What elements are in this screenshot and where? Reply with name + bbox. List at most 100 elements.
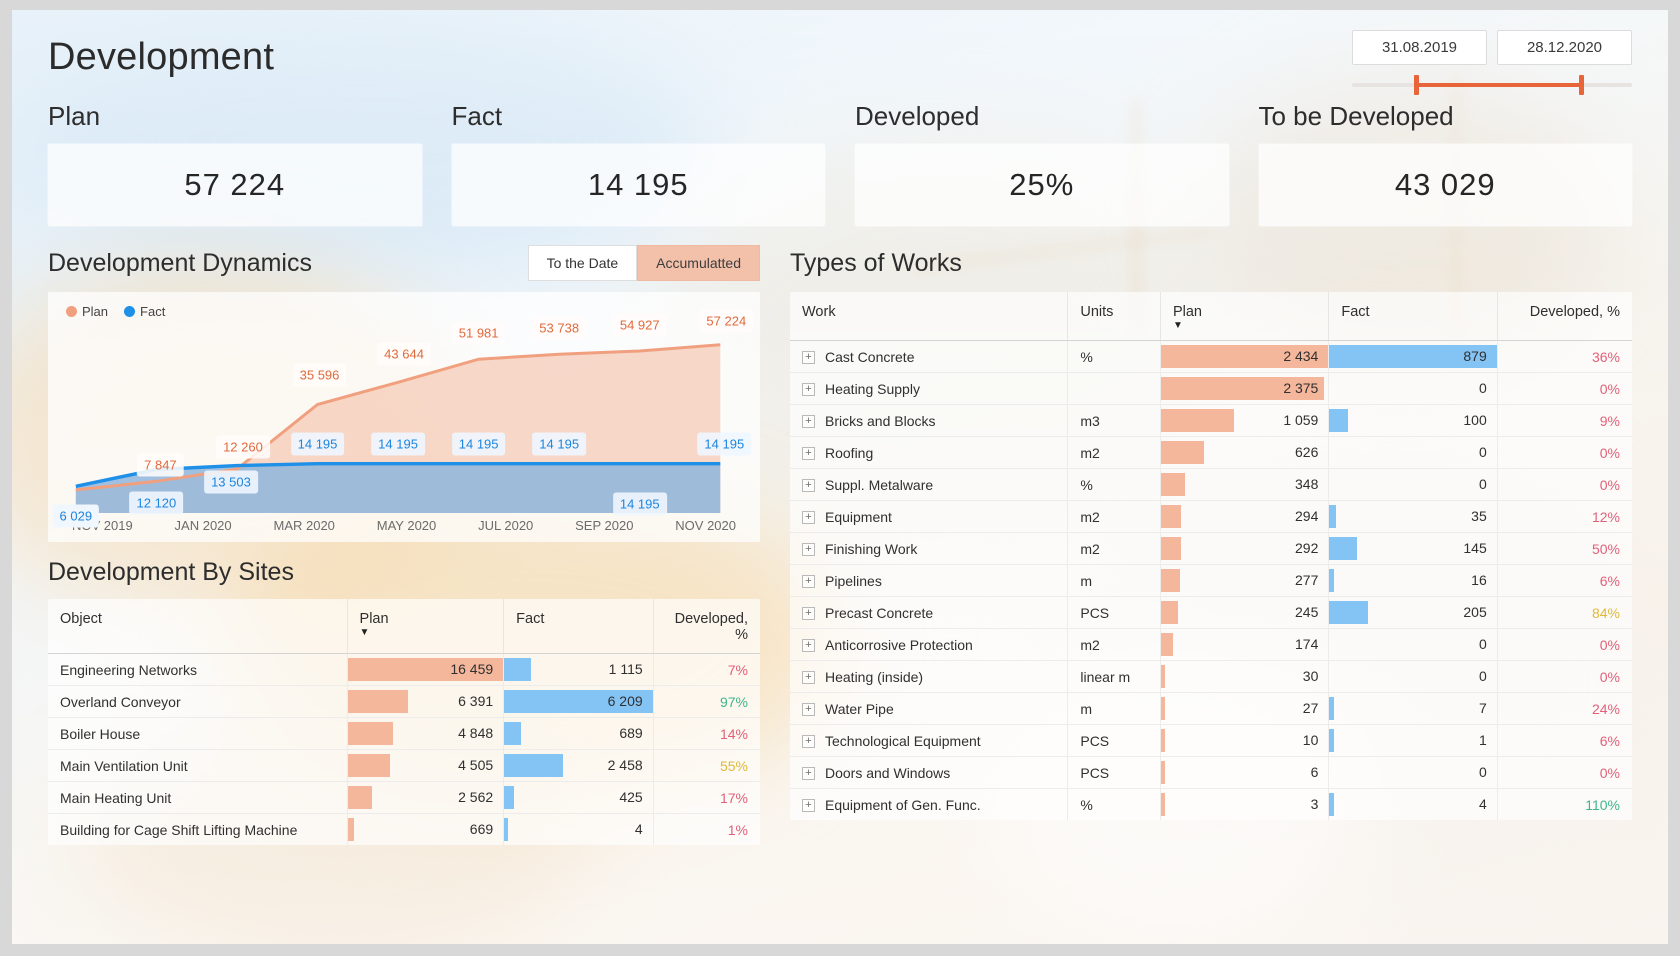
expand-row-icon[interactable]: +	[802, 543, 815, 557]
expand-row-icon[interactable]: +	[802, 447, 815, 461]
cell-fact: 100	[1328, 404, 1498, 437]
cell-plan: 2 434	[1160, 340, 1330, 373]
table-row[interactable]: Overland Conveyor 6 391 6 209 97%	[48, 685, 760, 718]
toggle-accumulated[interactable]: Accumulatted	[637, 245, 760, 281]
cell-plan: 277	[1160, 564, 1330, 597]
cell-work: + Heating Supply	[790, 372, 1069, 405]
column-header-developed[interactable]: Developed, %	[1497, 292, 1632, 341]
cell-units: %	[1067, 340, 1161, 373]
plan-value: 245	[1295, 604, 1319, 620]
legend-item-plan[interactable]: Plan	[66, 304, 108, 319]
expand-row-icon[interactable]: +	[802, 767, 815, 781]
table-row[interactable]: Building for Cage Shift Lifting Machine 6…	[48, 813, 760, 845]
expand-row-icon[interactable]: +	[802, 639, 815, 653]
expand-row-icon[interactable]: +	[802, 703, 815, 717]
table-row[interactable]: + Equipment m2 294 35 12%	[790, 500, 1632, 533]
table-row[interactable]: + Doors and Windows PCS 6 0 0%	[790, 756, 1632, 789]
table-row[interactable]: Main Ventilation Unit 4 505 2 458 55%	[48, 749, 760, 782]
table-row[interactable]: + Precast Concrete PCS 245 205 84%	[790, 596, 1632, 629]
fact-value: 0	[1478, 476, 1487, 492]
date-start-input[interactable]: 31.08.2019	[1352, 30, 1487, 65]
column-header-work[interactable]: Work	[790, 292, 1069, 341]
table-row[interactable]: + Bricks and Blocks m3 1 059 100 9%	[790, 404, 1632, 437]
plan-value: 1 059	[1283, 412, 1319, 428]
column-header-plan[interactable]: Plan ▼	[1160, 292, 1330, 341]
work-name: Roofing	[825, 444, 874, 461]
cell-fact: 7	[1328, 692, 1498, 725]
table-row[interactable]: + Technological Equipment PCS 10 1 6%	[790, 724, 1632, 757]
cell-plan: 2 562	[347, 781, 505, 814]
column-header-label: Developed, %	[1529, 304, 1620, 320]
cell-fact: 16	[1328, 564, 1498, 597]
chart-label-plan-2: 12 260	[216, 435, 270, 459]
table-row[interactable]: + Roofing m2 626 0 0%	[790, 436, 1632, 469]
expand-row-icon[interactable]: +	[802, 671, 815, 685]
expand-row-icon[interactable]: +	[802, 575, 815, 589]
table-row[interactable]: + Finishing Work m2 292 145 50%	[790, 532, 1632, 565]
table-row[interactable]: + Heating (inside) linear m 30 0 0%	[790, 660, 1632, 693]
screenshot-stage: 31.08.2019 28.12.2020 Development Plan 57…	[0, 0, 1680, 956]
chart-plot-area: 4 7367 84712 26035 59643 64451 98153 738…	[52, 309, 754, 528]
kpi-card-plan: Plan 57 224	[48, 101, 422, 226]
date-range-filter[interactable]: 31.08.2019 28.12.2020	[1352, 30, 1632, 95]
column-header-developed[interactable]: Developed, %	[653, 599, 760, 654]
date-range-handle-end[interactable]	[1579, 75, 1585, 95]
cell-work: + Bricks and Blocks	[790, 404, 1069, 437]
cell-plan: 6 391	[347, 685, 505, 718]
column-header-units[interactable]: Units	[1067, 292, 1161, 341]
chart-label-fact-3: 14 195	[290, 432, 345, 456]
legend-item-fact[interactable]: Fact	[124, 304, 165, 319]
table-row[interactable]: + Cast Concrete% 2 434 879 36%	[790, 340, 1632, 373]
cell-developed-percent: 12%	[1497, 500, 1632, 533]
table-row[interactable]: Boiler House 4 848 689 14%	[48, 717, 760, 750]
cell-units: m2	[1067, 628, 1161, 661]
table-row[interactable]: Main Heating Unit 2 562 425 17%	[48, 781, 760, 814]
cell-work: + Anticorrosive Protection	[790, 628, 1069, 661]
dynamics-mode-toggle[interactable]: To the Date Accumulatted	[527, 245, 760, 281]
plan-value: 294	[1295, 508, 1319, 524]
date-range-slider-track[interactable]	[1352, 75, 1632, 95]
plan-value: 2 562	[458, 789, 494, 805]
cell-fact: 425	[503, 781, 654, 814]
cell-developed-percent: 9%	[1497, 404, 1632, 437]
works-title: Types of Works	[790, 248, 962, 277]
table-row[interactable]: + Water Pipe m 27 7 24%	[790, 692, 1632, 725]
expand-row-icon[interactable]: +	[802, 511, 815, 525]
kpi-card-fact: Fact 14 195	[451, 101, 825, 226]
column-header-object[interactable]: Object	[48, 599, 348, 654]
expand-row-icon[interactable]: +	[802, 735, 815, 749]
fact-value: 4	[634, 821, 643, 837]
cell-fact: 0	[1328, 468, 1498, 501]
cell-fact: 0	[1328, 756, 1498, 789]
column-header-plan[interactable]: Plan ▼	[347, 599, 505, 654]
expand-row-icon[interactable]: +	[802, 479, 815, 493]
table-row[interactable]: Engineering Networks 16 459 1 115 7%	[48, 653, 760, 686]
cell-plan: 294	[1160, 500, 1330, 533]
dashboard-canvas: 31.08.2019 28.12.2020 Development Plan 57…	[12, 10, 1668, 944]
chart-label-fact-0: 6 029	[52, 504, 100, 528]
expand-row-icon[interactable]: +	[802, 607, 815, 621]
expand-row-icon[interactable]: +	[802, 799, 815, 813]
cell-units: %	[1067, 468, 1161, 501]
works-table-body: + Cast Concrete% 2 434 879 36% + Heating Suppl…	[790, 340, 1632, 820]
chart-label-plan-8: 57 224	[699, 309, 754, 333]
date-range-slider-fill	[1413, 83, 1585, 87]
fact-value: 1 115	[608, 661, 643, 677]
toggle-to-the-date[interactable]: To the Date	[527, 245, 638, 281]
column-header-fact[interactable]: Fact	[1328, 292, 1498, 341]
cell-work: + Technological Equipment	[790, 724, 1069, 757]
date-range-handle-start[interactable]	[1413, 75, 1419, 95]
expand-row-icon[interactable]: +	[802, 351, 815, 365]
table-row[interactable]: + Anticorrosive Protection m2 174 0 0%	[790, 628, 1632, 661]
table-row[interactable]: + Pipelines m 277 16 6%	[790, 564, 1632, 597]
table-row[interactable]: + Heating Supply 2 375 0 0%	[790, 372, 1632, 405]
expand-row-icon[interactable]: +	[802, 383, 815, 397]
date-end-input[interactable]: 28.12.2020	[1497, 30, 1632, 65]
kpi-value: 57 224	[184, 167, 286, 202]
table-row[interactable]: + Equipment of Gen. Func.% 3 4 110%	[790, 788, 1632, 820]
chart-label-plan-6: 53 738	[532, 316, 587, 340]
column-header-fact[interactable]: Fact	[503, 599, 654, 654]
expand-row-icon[interactable]: +	[802, 415, 815, 429]
fact-value: 145	[1463, 540, 1487, 556]
table-row[interactable]: + Suppl. Metalware% 348 0 0%	[790, 468, 1632, 501]
